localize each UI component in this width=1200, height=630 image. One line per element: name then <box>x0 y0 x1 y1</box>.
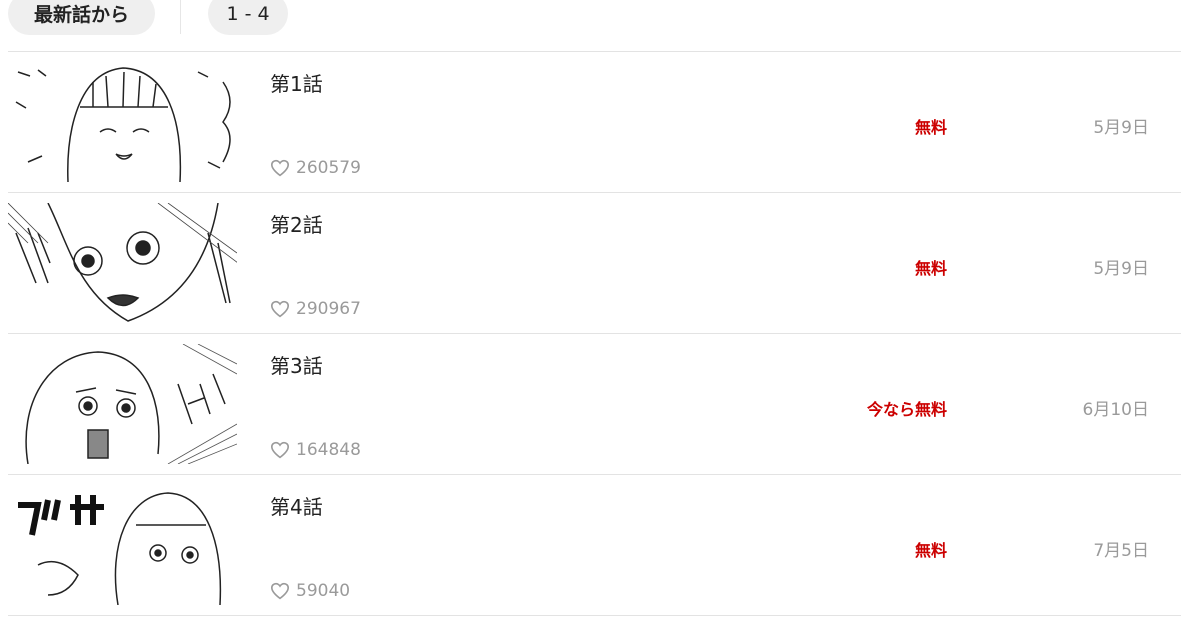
episode-title: 第1話 <box>270 72 323 96</box>
like-count: 164848 <box>270 440 361 460</box>
price-badge: 無料 <box>914 259 947 278</box>
like-count-value: 164848 <box>296 440 361 460</box>
heart-icon <box>270 441 290 459</box>
episode-thumbnail[interactable] <box>8 203 237 323</box>
episode-thumbnail[interactable] <box>8 485 237 605</box>
release-date: 7月5日 <box>1093 541 1149 561</box>
price-badge: 無料 <box>914 118 947 137</box>
range-button[interactable]: 1 - 4 <box>208 0 288 35</box>
episode-title: 第2話 <box>270 213 323 237</box>
episode-thumbnail[interactable] <box>8 344 237 464</box>
like-count-value: 290967 <box>296 299 361 319</box>
episode-row[interactable]: 第2話 290967 無料 5月9日 <box>8 193 1181 334</box>
episode-list: 第1話 260579 無料 5月9日 第2話 290967 無料 5月9日 第3… <box>8 52 1181 616</box>
release-date: 5月9日 <box>1093 259 1149 279</box>
heart-icon <box>270 159 290 177</box>
price-badge: 無料 <box>914 541 947 560</box>
episode-title: 第4話 <box>270 495 323 519</box>
like-count-value: 59040 <box>296 581 351 601</box>
like-count: 59040 <box>270 581 350 601</box>
sort-latest-button[interactable]: 最新話から <box>8 0 155 35</box>
like-count-value: 260579 <box>296 158 361 178</box>
like-count: 260579 <box>270 158 361 178</box>
release-date: 6月10日 <box>1082 400 1149 420</box>
episode-thumbnail[interactable] <box>8 62 237 182</box>
heart-icon <box>270 582 290 600</box>
episode-row[interactable]: 第1話 260579 無料 5月9日 <box>8 52 1181 193</box>
heart-icon <box>270 300 290 318</box>
like-count: 290967 <box>270 299 361 319</box>
episode-row[interactable]: 第4話 59040 無料 7月5日 <box>8 475 1181 616</box>
release-date: 5月9日 <box>1093 118 1149 138</box>
price-badge: 今なら無料 <box>866 400 947 419</box>
episode-row[interactable]: 第3話 164848 今なら無料 6月10日 <box>8 334 1181 475</box>
episode-title: 第3話 <box>270 354 323 378</box>
header-divider <box>180 0 181 34</box>
